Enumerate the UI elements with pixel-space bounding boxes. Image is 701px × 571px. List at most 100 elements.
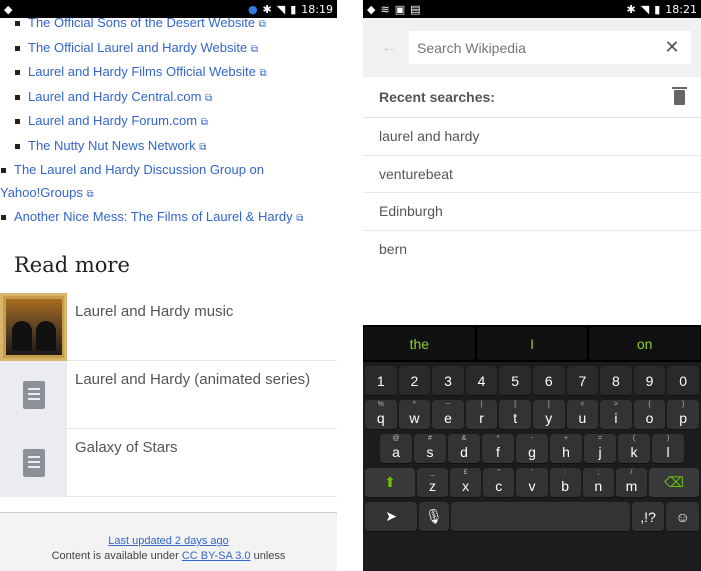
key-label: o: [645, 409, 654, 426]
key-j[interactable]: = j: [584, 434, 616, 464]
key-label: t: [513, 409, 518, 426]
key-5[interactable]: 5: [499, 366, 531, 396]
notification-icon: ≋: [380, 2, 390, 16]
search-bar: ← Search Wikipedia ✕: [363, 18, 701, 77]
external-link-icon: ⧉: [86, 188, 94, 200]
external-link[interactable]: The Laurel and Hardy Discussion Group on…: [0, 159, 331, 206]
read-more-item[interactable]: Galaxy of Stars: [0, 428, 337, 497]
key-t[interactable]: [t: [499, 400, 531, 430]
key-s[interactable]: # s: [414, 434, 446, 464]
key-q[interactable]: % q: [365, 400, 397, 430]
key-r[interactable]: | r: [465, 400, 498, 430]
key-i[interactable]: > i: [600, 400, 632, 430]
key-4[interactable]: 4: [465, 366, 498, 396]
key-label: 9: [645, 372, 654, 389]
key-o[interactable]: {o: [633, 400, 666, 430]
emoji-icon[interactable]: ☺: [666, 502, 699, 532]
key-d[interactable]: & d: [448, 434, 480, 464]
key-z[interactable]: _ z: [416, 468, 449, 498]
license-text-prefix: Content is available under: [51, 550, 179, 562]
external-link[interactable]: The Nutty Nut News Network ⧉: [14, 135, 331, 160]
read-more-title[interactable]: Galaxy of Stars: [67, 429, 178, 496]
license-text-suffix: unless: [253, 550, 286, 562]
read-more-title[interactable]: Laurel and Hardy (animated series): [67, 361, 310, 428]
key-alt-label: £: [463, 469, 468, 476]
key-f[interactable]: * f: [482, 434, 514, 464]
key-g[interactable]: -g: [516, 434, 548, 464]
trash-icon[interactable]: [672, 86, 687, 105]
keyboard-row-3: ⬆ _ z £ x " c ' v: b; n / m ⌫: [363, 468, 701, 498]
external-link-icon: ⧉: [258, 19, 266, 30]
external-link[interactable]: The Official Laurel and Hardy Website ⧉: [14, 37, 331, 62]
key-1[interactable]: 1: [365, 366, 397, 396]
shift-icon[interactable]: ⬆: [365, 468, 415, 498]
key-a[interactable]: @ a: [380, 434, 412, 464]
key-label: f: [496, 443, 500, 460]
recent-searches-header: Recent searches:: [363, 77, 701, 118]
close-icon[interactable]: ✕: [653, 31, 691, 64]
key-label: e: [444, 409, 452, 426]
recent-search-item[interactable]: laurel and hardy: [363, 118, 701, 156]
key-y[interactable]: ] y: [532, 400, 565, 430]
external-link[interactable]: Laurel and Hardy Central.com ⧉: [14, 86, 331, 111]
key-6[interactable]: 6: [532, 366, 565, 396]
key-e[interactable]: ~ e: [432, 400, 464, 430]
key-n[interactable]: ; n: [582, 468, 614, 498]
key-p[interactable]: } p: [667, 400, 699, 430]
key-8[interactable]: 8: [600, 366, 632, 396]
key-h[interactable]: + h: [550, 434, 582, 464]
key-3[interactable]: 3: [432, 366, 464, 396]
read-more-item[interactable]: Laurel and Hardy music: [0, 292, 337, 361]
key-v[interactable]: ' v: [516, 468, 548, 498]
key-0[interactable]: 0: [667, 366, 699, 396]
backspace-icon[interactable]: ⌫: [649, 468, 699, 498]
document-icon: [22, 448, 45, 477]
key-k[interactable]: (k: [618, 434, 650, 464]
search-input[interactable]: Search Wikipedia: [409, 31, 653, 64]
key-label: x: [462, 477, 470, 494]
read-more-heading: Read more: [14, 252, 130, 277]
key-label: 0: [679, 372, 688, 389]
external-link[interactable]: Laurel and Hardy Films Official Website …: [14, 61, 331, 86]
key-alt-label: *: [496, 435, 500, 442]
external-link[interactable]: Another Nice Mess: The Films of Laurel &…: [0, 206, 331, 231]
key-alt-label: |: [480, 401, 483, 408]
read-more-title[interactable]: Laurel and Hardy music: [67, 293, 233, 360]
punctuation-key[interactable]: ,!?: [631, 502, 665, 532]
recent-search-item[interactable]: venturebeat: [363, 156, 701, 193]
key-label: r: [479, 409, 484, 426]
key-label: a: [392, 443, 400, 460]
read-more-item[interactable]: Laurel and Hardy (animated series): [0, 360, 337, 429]
key-m[interactable]: / m: [615, 468, 648, 498]
key-alt-label: >: [613, 401, 618, 408]
recent-search-item[interactable]: Edinburgh: [363, 193, 701, 231]
external-link[interactable]: Laurel and Hardy Forum.com ⧉: [14, 110, 331, 135]
key-7[interactable]: 7: [566, 366, 599, 396]
key-w[interactable]: ^ w: [398, 400, 431, 430]
suggestion[interactable]: the: [364, 327, 475, 360]
key-label: y: [545, 409, 553, 426]
key-2[interactable]: 2: [398, 366, 431, 396]
key-alt-label: {: [648, 401, 651, 408]
key-x[interactable]: £ x: [450, 468, 482, 498]
external-link[interactable]: The Official Sons of the Desert Website …: [14, 12, 331, 37]
mic-icon[interactable]: 🎙: [419, 502, 449, 532]
back-arrow-icon[interactable]: ←: [381, 39, 409, 57]
sd-card-icon: ▤: [410, 2, 421, 16]
license-link[interactable]: CC BY-SA 3.0: [182, 550, 251, 562]
key-u[interactable]: < u: [566, 400, 599, 430]
key-alt-label: [: [514, 401, 517, 408]
keyboard-row-4: ➤ 🎙 ,!? ☺: [363, 502, 701, 532]
last-updated-link[interactable]: Last updated 2 days ago: [108, 535, 228, 547]
swype-icon[interactable]: ➤: [365, 502, 418, 532]
space-bar[interactable]: [450, 502, 630, 532]
key-l[interactable]: ) l: [652, 434, 684, 464]
suggestion[interactable]: on: [589, 327, 701, 360]
battery-icon: ▮: [654, 2, 661, 16]
recent-search-item[interactable]: bern: [363, 231, 701, 269]
suggestion[interactable]: I: [476, 327, 588, 360]
key-b[interactable]: :b: [549, 468, 581, 498]
key-9[interactable]: 9: [633, 366, 666, 396]
keyboard-row-2: @ a # s & d * f - g + h = j(k) l: [363, 434, 701, 464]
key-c[interactable]: " c: [483, 468, 515, 498]
